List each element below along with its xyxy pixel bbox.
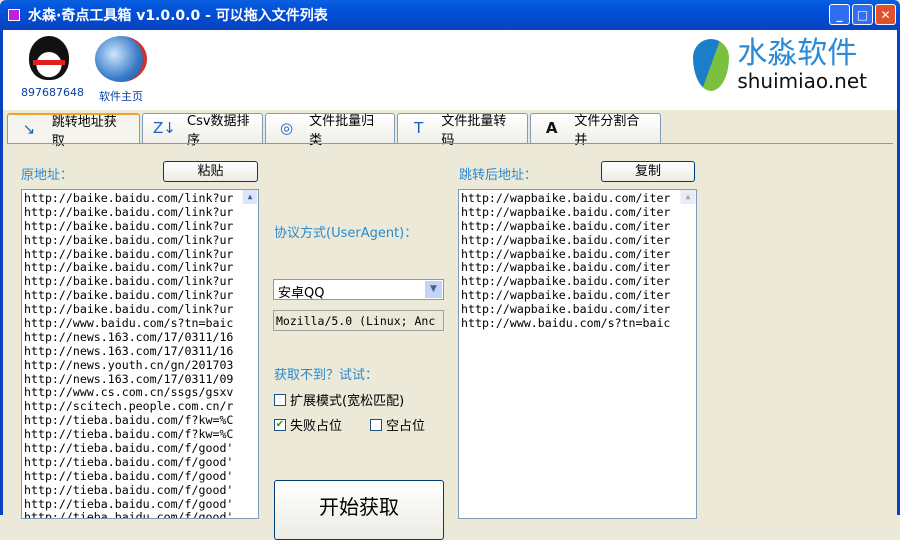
checkbox-label: 扩展模式(宽松匹配): [290, 394, 405, 409]
url-line: http://baike.baidu.com/link?ur: [24, 261, 234, 275]
url-line: http://www.baidu.com/s?tn=baic: [461, 317, 671, 331]
url-line: http://tieba.baidu.com/f/good': [24, 442, 234, 456]
tab-file-split-merge[interactable]: A 文件分割合并: [530, 113, 661, 148]
scroll-up-icon[interactable]: ▲: [243, 190, 257, 204]
result-url-textarea[interactable]: ▲ http://wapbaike.baidu.com/iter http://w…: [458, 189, 697, 519]
url-line: http://news.163.com/17/0311/09: [24, 372, 234, 386]
tab-file-transcode[interactable]: T 文件批量转码: [397, 113, 528, 148]
qq-link[interactable]: 897687648: [21, 36, 84, 99]
url-line: http://tieba.baidu.com/f/good': [24, 455, 234, 469]
logo-cn: 水淼软件: [737, 36, 858, 71]
useragent-label: 协议方式(UserAgent)：: [274, 226, 418, 241]
qq-number: 897687648: [21, 86, 84, 99]
url-line: http://tieba.baidu.com/f/good': [24, 469, 234, 483]
select-value: 安卓QQ: [278, 286, 325, 301]
empty-placeholder-checkbox[interactable]: 空占位: [370, 415, 425, 434]
useragent-select[interactable]: 安卓QQ ▼: [273, 279, 444, 301]
fallback-label: 获取不到？试试：: [274, 368, 379, 383]
tab-label: Csv数据排序: [187, 113, 250, 148]
tab-file-classify[interactable]: ◎ 文件批量归类: [265, 113, 395, 148]
url-line: http://baike.baidu.com/link?ur: [24, 303, 234, 317]
checkbox-label: 空占位: [386, 419, 426, 434]
tab-label: 文件批量归类: [309, 113, 375, 148]
url-line: http://scitech.people.com.cn/r: [24, 400, 234, 414]
logo-en: shuimiao.net: [737, 69, 867, 93]
url-line: http://wapbaike.baidu.com/iter: [461, 205, 671, 219]
water-drop-icon: [693, 39, 730, 91]
homepage-link[interactable]: 软件主页: [91, 36, 151, 104]
url-line: http://baike.baidu.com/link?ur: [24, 233, 234, 247]
minimize-button[interactable]: _: [829, 4, 850, 25]
brand-logo: 水淼软件 shuimiao.net: [693, 38, 867, 92]
qq-penguin-icon: [29, 36, 69, 80]
checkbox-box[interactable]: ✔: [274, 418, 286, 431]
source-url-textarea[interactable]: ▲ http://baike.baidu.com/link?ur http://b…: [21, 189, 259, 519]
checkbox-box[interactable]: [370, 418, 382, 431]
url-line: http://tieba.baidu.com/f/good': [24, 483, 234, 497]
globe-icon: [95, 36, 147, 82]
homepage-label: 软件主页: [99, 90, 143, 103]
close-button[interactable]: ✕: [875, 4, 896, 25]
url-line: http://wapbaike.baidu.com/iter: [461, 192, 671, 205]
url-line: http://baike.baidu.com/link?ur: [24, 205, 234, 219]
tab-panel: 原地址： 粘贴 ▲ http://baike.baidu.com/link?ur…: [7, 143, 893, 540]
tab-redirect-fetch[interactable]: ↘ 跳转地址获取: [7, 113, 140, 149]
url-line: http://tieba.baidu.com/f/good': [24, 511, 234, 519]
start-fetch-button[interactable]: 开始获取: [274, 480, 444, 540]
url-line: http://wapbaike.baidu.com/iter: [461, 275, 671, 289]
chevron-down-icon[interactable]: ▼: [425, 281, 442, 298]
fail-placeholder-checkbox[interactable]: ✔ 失败占位: [274, 415, 342, 434]
checkbox-label: 失败占位: [290, 419, 343, 434]
copy-button[interactable]: 复制: [601, 161, 695, 182]
url-line: http://baike.baidu.com/link?ur: [24, 289, 234, 303]
url-line: http://wapbaike.baidu.com/iter: [461, 247, 671, 261]
url-line: http://tieba.baidu.com/f?kw=%C: [24, 428, 234, 442]
url-line: http://www.cs.com.cn/ssgs/gsxv: [24, 386, 234, 400]
scrollbar[interactable]: ▲: [680, 190, 696, 204]
font-a-icon: A: [545, 118, 558, 137]
url-line: http://wapbaike.baidu.com/iter: [461, 219, 671, 233]
tab-label: 文件批量转码: [441, 113, 507, 148]
scrollbar[interactable]: ▲: [242, 190, 258, 204]
window-body: 897687648 软件主页 水淼软件 shuimiao.net ↘ 跳转地址获取…: [0, 30, 900, 540]
url-line: http://news.youth.cn/gn/201703: [24, 358, 234, 372]
title-bar[interactable]: 水森·奇点工具箱 v1.0.0.0 - 可以拖入文件列表 _ □ ✕: [0, 0, 900, 30]
url-line: http://news.163.com/17/0311/16: [24, 330, 234, 344]
maximize-button[interactable]: □: [852, 4, 873, 25]
paste-button[interactable]: 粘贴: [163, 161, 258, 182]
classify-icon: ◎: [280, 118, 294, 137]
checkbox-box[interactable]: [274, 393, 286, 406]
url-line: http://baike.baidu.com/link?ur: [24, 219, 234, 233]
redirect-arrow-icon: ↘: [22, 119, 36, 138]
url-line: http://tieba.baidu.com/f/good': [24, 497, 234, 511]
url-line: http://wapbaike.baidu.com/iter: [461, 303, 671, 317]
header: 897687648 软件主页 水淼软件 shuimiao.net: [3, 30, 897, 110]
result-label: 跳转后地址：: [459, 168, 538, 183]
url-line: http://baike.baidu.com/link?ur: [24, 192, 234, 205]
source-label: 原地址：: [21, 168, 74, 183]
text-add-icon: T: [414, 118, 424, 137]
url-line: http://wapbaike.baidu.com/iter: [461, 261, 671, 275]
sort-az-icon: Z↓: [153, 118, 176, 137]
url-line: http://baike.baidu.com/link?ur: [24, 247, 234, 261]
url-line: http://baike.baidu.com/link?ur: [24, 275, 234, 289]
url-line: http://wapbaike.baidu.com/iter: [461, 289, 671, 303]
scroll-up-icon[interactable]: ▲: [681, 190, 695, 204]
tab-csv-sort[interactable]: Z↓ Csv数据排序: [142, 113, 263, 148]
tab-label: 文件分割合并: [574, 113, 640, 148]
window-title: 水森·奇点工具箱 v1.0.0.0 - 可以拖入文件列表: [28, 8, 328, 24]
url-line: http://www.baidu.com/s?tn=baic: [24, 317, 234, 331]
url-line: http://news.163.com/17/0311/16: [24, 344, 234, 358]
url-line: http://tieba.baidu.com/f?kw=%C: [24, 414, 234, 428]
useragent-string-field[interactable]: Mozilla/5.0 (Linux; Anc: [273, 310, 444, 331]
extended-mode-checkbox[interactable]: 扩展模式(宽松匹配): [274, 390, 404, 409]
url-line: http://wapbaike.baidu.com/iter: [461, 233, 671, 247]
tab-bar: ↘ 跳转地址获取 Z↓ Csv数据排序 ◎ 文件批量归类 T 文件批量转码 A 文件分割合…: [7, 113, 663, 149]
app-icon: [8, 9, 20, 21]
